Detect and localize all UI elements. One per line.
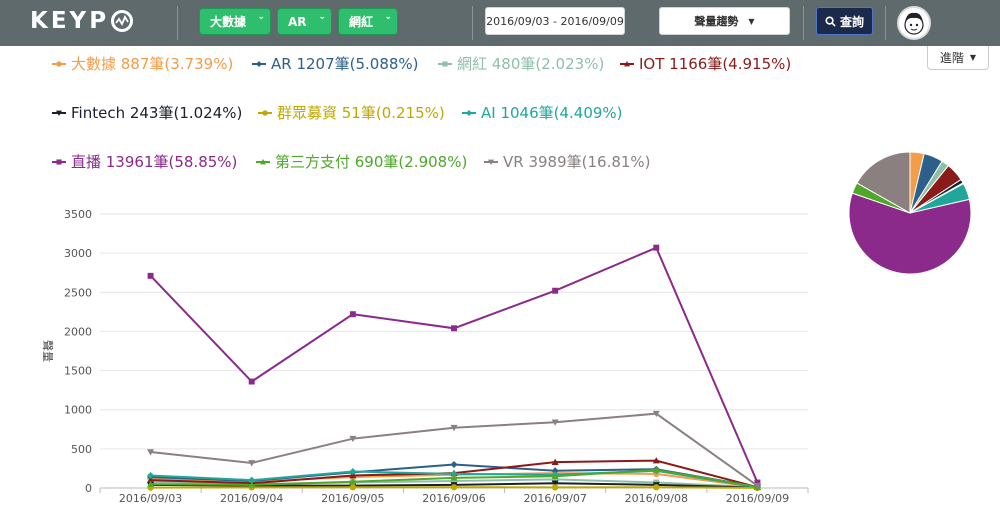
data-point xyxy=(349,311,356,318)
y-tick-label: 2500 xyxy=(64,286,92,299)
y-tick-label: 0 xyxy=(85,482,92,495)
y-tick-label: 2000 xyxy=(64,325,92,338)
data-point xyxy=(349,484,357,491)
y-tick-label: 500 xyxy=(71,443,92,456)
line-chart: 0 500 1000 1500 2000 2500 3000 3500 2016/09/03 20… xyxy=(41,151,972,505)
data-point xyxy=(551,484,559,491)
y-tick-label: 3500 xyxy=(64,208,92,221)
x-tick-label: 2016/09/05 xyxy=(321,492,384,505)
data-point xyxy=(450,484,458,491)
data-point xyxy=(349,468,357,476)
x-tick-label: 2016/09/07 xyxy=(523,492,586,505)
x-tick-label: 2016/09/06 xyxy=(422,492,485,505)
x-tick-label: 2016/09/03 xyxy=(119,492,182,505)
y-tick-label: 3000 xyxy=(64,247,92,260)
y-axis-label: 聲量 xyxy=(41,340,55,362)
y-tick-label: 1000 xyxy=(64,404,92,417)
x-tick-label: 2016/09/08 xyxy=(625,492,688,505)
data-point xyxy=(450,461,458,469)
series-line xyxy=(149,246,759,483)
series-直播 xyxy=(147,244,761,486)
data-point xyxy=(451,325,457,332)
y-tick-label: 1500 xyxy=(64,365,92,378)
data-point xyxy=(147,272,154,279)
data-point xyxy=(552,287,559,294)
x-tick-label: 2016/09/09 xyxy=(726,492,789,505)
data-point xyxy=(653,484,660,491)
data-point xyxy=(248,378,255,385)
data-point xyxy=(653,244,660,251)
x-tick-label: 2016/09/04 xyxy=(220,492,283,505)
